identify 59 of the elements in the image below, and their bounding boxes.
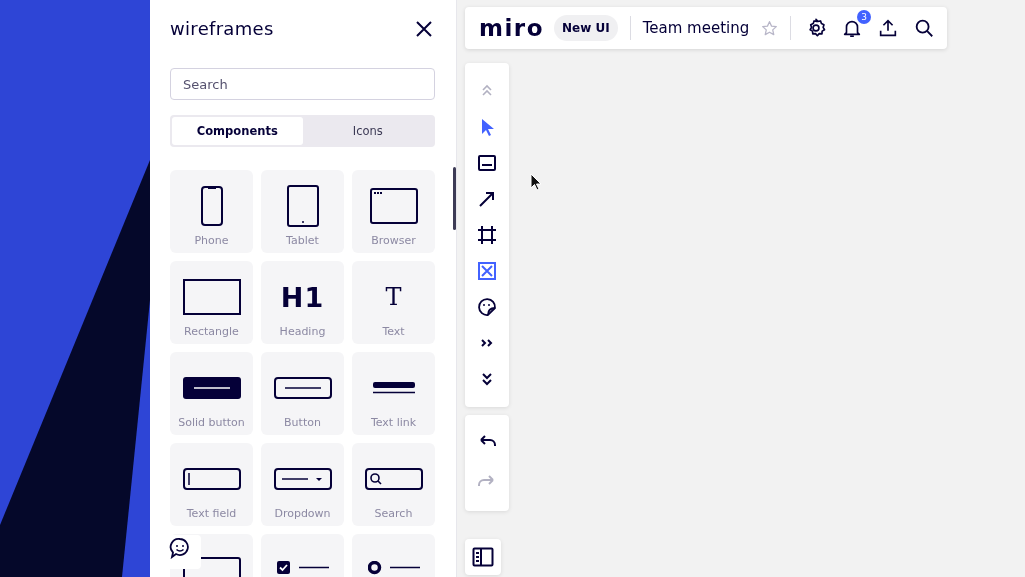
tablet-icon bbox=[286, 185, 319, 227]
component-card[interactable]: Solid button bbox=[170, 352, 253, 435]
cursor-icon bbox=[530, 173, 542, 191]
panel-title: wireframes bbox=[170, 18, 274, 39]
wireframe-icon[interactable] bbox=[477, 261, 497, 281]
heading-glyph: H1 bbox=[280, 281, 325, 313]
board-title[interactable]: Team meeting bbox=[642, 19, 750, 37]
component-label: Text field bbox=[186, 507, 237, 520]
logo[interactable]: miro bbox=[479, 15, 544, 41]
checkbox-list-icon bbox=[276, 561, 329, 577]
scrollbar[interactable] bbox=[453, 167, 456, 230]
rectangle-icon bbox=[182, 279, 241, 315]
notification-badge: 3 bbox=[857, 10, 872, 24]
component-label: Button bbox=[284, 416, 321, 429]
component-card[interactable]: T Text bbox=[352, 261, 435, 344]
component-label: Heading bbox=[279, 325, 326, 338]
component-label: Rectangle bbox=[184, 325, 239, 338]
component-card[interactable]: Dropdown bbox=[261, 443, 344, 526]
component-card[interactable]: Browser bbox=[352, 170, 435, 253]
component-card[interactable]: Button bbox=[261, 352, 344, 435]
component-label: Text link bbox=[370, 416, 417, 429]
radio-list-icon bbox=[367, 561, 420, 577]
search-field[interactable]: Search bbox=[170, 68, 435, 100]
tag: New UI bbox=[554, 15, 618, 41]
solid-button-icon bbox=[182, 377, 241, 399]
text-field-icon bbox=[182, 468, 241, 490]
chat-icon[interactable] bbox=[167, 535, 201, 569]
component-card[interactable]: Phone bbox=[170, 170, 253, 253]
tab[interactable]: Components bbox=[172, 117, 303, 145]
component-card[interactable]: Rectangle bbox=[170, 261, 253, 344]
sidebar-icon bbox=[472, 547, 494, 567]
component-card[interactable]: Text field bbox=[170, 443, 253, 526]
component-label: Phone bbox=[194, 234, 229, 247]
component-label: Text bbox=[382, 325, 405, 338]
search-field-icon bbox=[364, 468, 423, 490]
star-icon[interactable] bbox=[761, 19, 779, 37]
text-link-icon bbox=[372, 382, 415, 394]
phone-icon bbox=[200, 186, 223, 226]
tab[interactable]: Icons bbox=[302, 117, 433, 145]
button-icon bbox=[273, 377, 332, 399]
component-card[interactable]: Search bbox=[352, 443, 435, 526]
component-card[interactable]: Tablet bbox=[261, 170, 344, 253]
dropdown-icon bbox=[273, 468, 332, 490]
panel-toggle-button[interactable] bbox=[465, 539, 501, 575]
arrow-icon[interactable] bbox=[477, 189, 497, 209]
close-icon[interactable] bbox=[415, 19, 433, 38]
component-label: Solid button bbox=[178, 416, 245, 429]
component-label: Tablet bbox=[286, 234, 319, 247]
sticker-icon[interactable] bbox=[477, 297, 497, 317]
component-label: Search bbox=[374, 507, 413, 520]
browser-window-icon bbox=[369, 188, 418, 224]
component-card[interactable]: Text link bbox=[352, 352, 435, 435]
frame-icon[interactable] bbox=[477, 225, 497, 245]
note-icon[interactable] bbox=[477, 153, 497, 173]
component-label: Browser bbox=[371, 234, 416, 247]
text-glyph: T bbox=[385, 283, 402, 311]
component-card[interactable]: H1 Heading bbox=[261, 261, 344, 344]
component-label: Dropdown bbox=[274, 507, 331, 520]
search-icon[interactable] bbox=[913, 17, 936, 39]
